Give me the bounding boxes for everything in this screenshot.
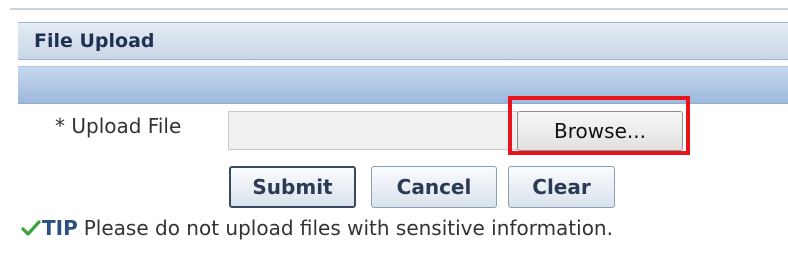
section-title: File Upload: [34, 30, 155, 52]
tip-row: TIP Please do not upload files with sens…: [20, 216, 613, 240]
browse-button[interactable]: Browse...: [517, 111, 683, 151]
tip-label: TIP: [42, 216, 78, 240]
cancel-button[interactable]: Cancel: [371, 166, 497, 208]
section-header: File Upload: [18, 22, 788, 60]
clear-button[interactable]: Clear: [508, 166, 615, 208]
tip-text: Please do not upload files with sensitiv…: [83, 216, 613, 240]
submit-button[interactable]: Submit: [229, 166, 356, 208]
upload-file-label: * Upload File: [55, 114, 182, 138]
top-divider: [10, 8, 788, 10]
upload-file-path-input[interactable]: [228, 111, 518, 150]
section-subheader-bar: [18, 66, 788, 104]
checkmark-icon: [20, 217, 42, 239]
